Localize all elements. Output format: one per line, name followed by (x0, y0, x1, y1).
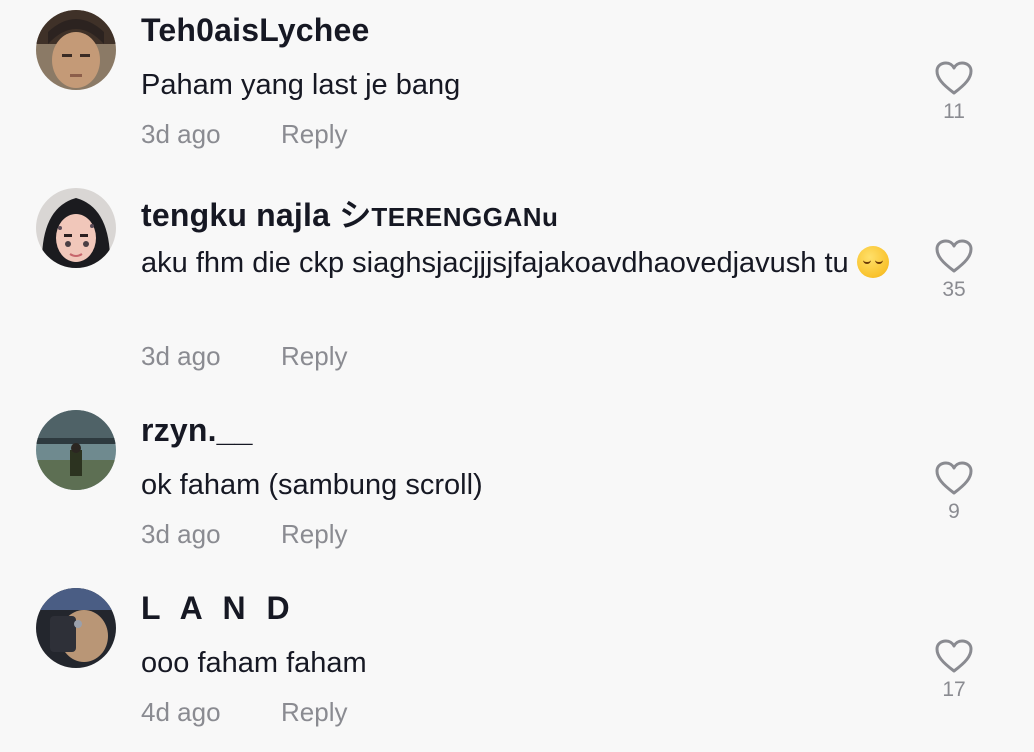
like-control: 9 (928, 460, 980, 524)
relieved-face-emoji-icon (856, 246, 889, 278)
comment-item: L A N D ooo faham faham 4d ago Reply 17 (0, 578, 1034, 752)
like-count: 9 (948, 500, 960, 523)
comment-text: ok faham (sambung scroll) (141, 469, 483, 501)
comment-username[interactable]: rzyn.__ (141, 412, 253, 449)
reply-button[interactable]: Reply (281, 119, 347, 150)
comment-text-body: aku fhm die ckp siaghsjacjjjsjfajakoavdh… (141, 247, 849, 279)
comment-username[interactable]: L A N D (141, 590, 296, 627)
heart-outline-icon[interactable] (934, 60, 974, 96)
heart-outline-icon[interactable] (934, 460, 974, 496)
comment-time: 3d ago (141, 119, 221, 149)
comment-item: rzyn.__ ok faham (sambung scroll) 3d ago… (0, 400, 1034, 578)
comment-text: ooo faham faham (141, 647, 367, 679)
like-control: 11 (928, 60, 980, 124)
reply-button[interactable]: Reply (281, 341, 347, 372)
username-text: Teh0aisLychee (141, 12, 370, 48)
like-control: 35 (928, 238, 980, 302)
avatar[interactable] (36, 188, 116, 268)
heart-outline-icon[interactable] (934, 638, 974, 674)
comment-username[interactable]: tengku najla シTERENGGANu (141, 190, 558, 236)
username-text: tengku najla シ (141, 197, 372, 233)
comment-text: aku fhm die ckp siaghsjacjjjsjfajakoavdh… (141, 242, 901, 284)
comment-item: Teh0aisLychee Paham yang last je bang 3d… (0, 0, 1034, 178)
avatar[interactable] (36, 410, 116, 490)
avatar[interactable] (36, 10, 116, 90)
like-count: 17 (942, 678, 966, 701)
comment-time: 3d ago (141, 519, 221, 549)
comment-username[interactable]: Teh0aisLychee (141, 12, 370, 49)
reply-button[interactable]: Reply (281, 519, 347, 550)
like-count: 35 (942, 278, 966, 301)
comment-time: 4d ago (141, 697, 221, 727)
like-count: 11 (943, 100, 965, 123)
like-control: 17 (928, 638, 980, 702)
username-suffix: TERENGGANu (371, 202, 559, 232)
comment-time: 3d ago (141, 341, 221, 371)
username-text: L A N D (141, 590, 296, 626)
comment-text: Paham yang last je bang (141, 69, 461, 101)
heart-outline-icon[interactable] (934, 238, 974, 274)
avatar[interactable] (36, 588, 116, 668)
reply-button[interactable]: Reply (281, 697, 347, 728)
username-text: rzyn.__ (141, 412, 253, 448)
comment-item: tengku najla シTERENGGANu aku fhm die ckp… (0, 178, 1034, 400)
